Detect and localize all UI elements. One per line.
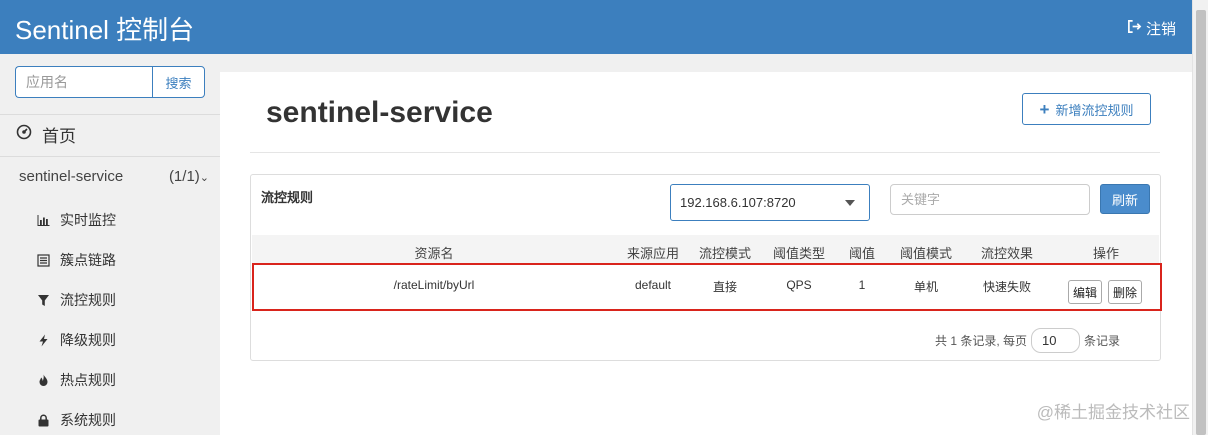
- search-button[interactable]: 搜索: [152, 66, 205, 98]
- column-header: 来源应用: [626, 246, 680, 261]
- column-header: 操作: [1092, 246, 1120, 261]
- add-flow-rule-button[interactable]: + 新增流控规则: [1022, 93, 1151, 125]
- machine-select[interactable]: 192.168.6.107:8720: [670, 184, 870, 221]
- sidebar-item-realtime[interactable]: 实时监控: [37, 210, 116, 230]
- top-navbar: Sentinel 控制台 注销: [0, 0, 1192, 54]
- app-search: 搜索: [15, 66, 205, 98]
- column-header: 阈值: [848, 246, 876, 261]
- bar-chart-icon: [37, 214, 50, 227]
- column-header: 资源名: [414, 246, 454, 261]
- sidebar-item-label: 系统规则: [60, 412, 116, 428]
- sidebar-item-degrade-rules[interactable]: 降级规则: [37, 330, 116, 350]
- app-search-input[interactable]: [15, 66, 152, 98]
- cell-resource: /rateLimit/byUrl: [393, 278, 475, 292]
- sidebar-item-label: 首页: [42, 127, 76, 146]
- caret-down-icon: [845, 200, 855, 206]
- cell-cluster-mode: 单机: [913, 280, 939, 294]
- sidebar-item-system-rules[interactable]: 系统规则: [37, 410, 116, 430]
- sidebar-item-flow-rules[interactable]: 流控规则: [37, 290, 116, 310]
- sidebar-item-label: 实时监控: [60, 212, 116, 228]
- column-header: 阈值类型: [772, 246, 826, 261]
- column-header: 阈值模式: [899, 246, 953, 261]
- sidebar-item-hot-rules[interactable]: 热点规则: [37, 370, 116, 390]
- sidebar-divider: [0, 156, 220, 157]
- logout-link[interactable]: 注销: [1127, 18, 1176, 39]
- sidebar-item-label: 簇点链路: [60, 252, 116, 268]
- add-flow-rule-label: 新增流控规则: [1055, 102, 1134, 118]
- scrollbar-thumb[interactable]: [1196, 10, 1206, 435]
- brand-title[interactable]: Sentinel 控制台: [15, 10, 194, 47]
- table-row: /rateLimit/byUrl default 直接 QPS 1 单机 快速失…: [252, 265, 1159, 313]
- sidebar-item-label: 热点规则: [60, 372, 116, 388]
- logout-label: 注销: [1145, 21, 1176, 38]
- delete-button[interactable]: 删除: [1108, 280, 1143, 304]
- vertical-scrollbar[interactable]: [1192, 0, 1208, 435]
- sidebar-app-sentinel-service[interactable]: sentinel-service (1/1)⌄: [19, 168, 209, 185]
- plus-icon: +: [1039, 99, 1050, 119]
- sidebar: 搜索 首页 sentinel-service (1/1)⌄ 实时监控 簇点链路 …: [0, 54, 220, 435]
- page-title: sentinel-service: [266, 96, 493, 129]
- cell-mode: 直接: [712, 280, 738, 294]
- pagination: 共 1 条记录, 每页 条记录: [935, 328, 1120, 353]
- app-machine-count: (1/1): [168, 168, 200, 185]
- column-header: 流控模式: [698, 246, 752, 261]
- sidebar-item-label: 流控规则: [60, 292, 116, 308]
- dashboard-icon: [16, 124, 32, 145]
- flow-rules-card: 流控规则 192.168.6.107:8720 刷新 资源名 来源应用 流控模式…: [250, 174, 1161, 361]
- app-name: sentinel-service: [19, 168, 124, 185]
- lock-icon: [37, 414, 50, 427]
- main-panel: sentinel-service + 新增流控规则 流控规则 192.168.6…: [220, 72, 1192, 435]
- fire-icon: [37, 374, 50, 387]
- edit-button[interactable]: 编辑: [1068, 280, 1103, 304]
- pager-suffix: 条记录: [1084, 334, 1121, 348]
- cell-effect: 快速失败: [982, 280, 1032, 294]
- card-title: 流控规则: [261, 190, 314, 205]
- cell-origin: default: [634, 278, 672, 292]
- filter-icon: [37, 294, 50, 307]
- sidebar-divider: [0, 114, 220, 115]
- sign-out-icon: [1127, 19, 1142, 38]
- page-size-input[interactable]: [1031, 328, 1081, 353]
- list-icon: [37, 253, 50, 267]
- cell-grade: QPS: [786, 278, 812, 292]
- watermark: @稀土掘金技术社区: [1036, 403, 1190, 422]
- machine-select-value: 192.168.6.107:8720: [680, 195, 796, 210]
- chevron-down-icon: ⌄: [199, 172, 209, 184]
- sidebar-item-cluster-link[interactable]: 簇点链路: [37, 250, 116, 270]
- cell-count: 1: [858, 278, 866, 292]
- keyword-input[interactable]: [890, 184, 1090, 215]
- sidebar-item-label: 降级规则: [60, 332, 116, 348]
- title-divider: [250, 152, 1160, 153]
- bolt-icon: [37, 334, 50, 347]
- pager-prefix: 共 1 条记录, 每页: [935, 334, 1028, 348]
- sidebar-item-home[interactable]: 首页: [16, 122, 76, 147]
- table-header: 资源名 来源应用 流控模式 阈值类型 阈值 阈值模式 流控效果 操作: [252, 235, 1159, 265]
- refresh-button[interactable]: 刷新: [1100, 184, 1150, 214]
- column-header: 流控效果: [980, 246, 1034, 261]
